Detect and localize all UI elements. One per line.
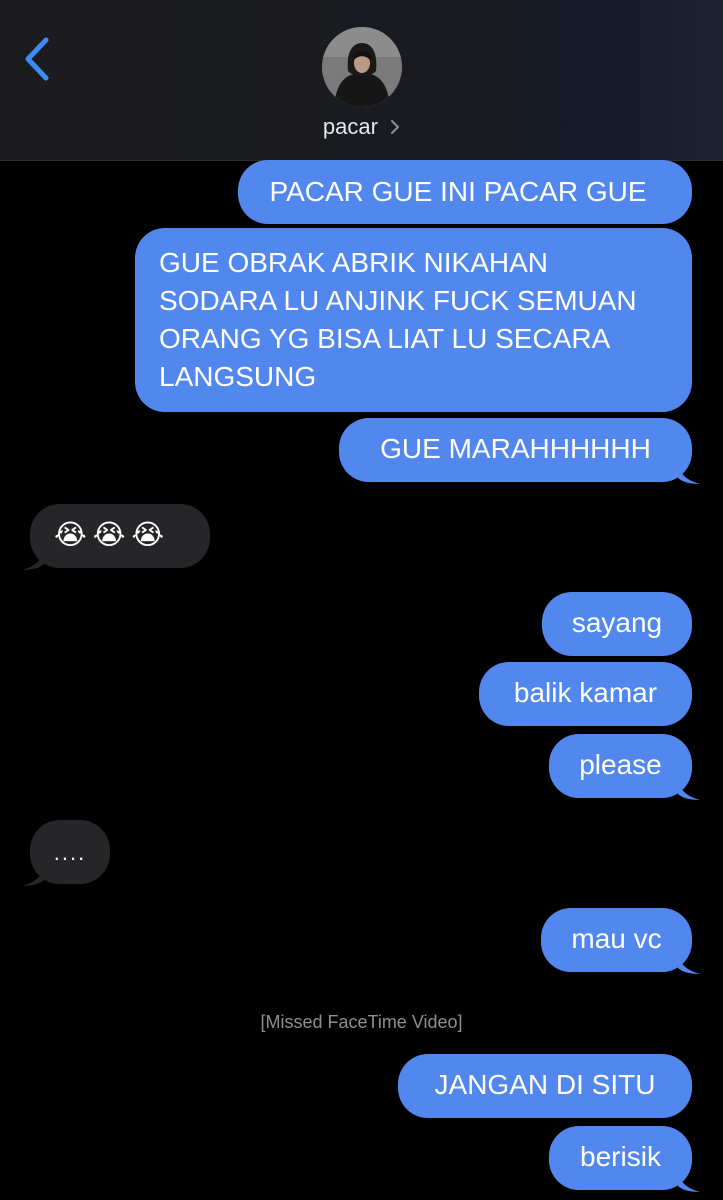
message-text: JANGAN DI SITU	[434, 1069, 656, 1100]
contact-avatar[interactable]	[322, 27, 402, 107]
message-bubble-outgoing[interactable]: please	[549, 734, 700, 800]
message-text: please	[579, 749, 662, 780]
bubble-tail	[678, 464, 700, 484]
message-text: GUE MARAHHHHHH	[380, 433, 651, 464]
message-text: berisik	[580, 1141, 661, 1172]
missed-facetime-notice: [Missed FaceTime Video]	[260, 1012, 463, 1032]
message-bubble-outgoing[interactable]: sayang	[542, 592, 692, 656]
message-text: mau vc	[571, 923, 662, 954]
emoji-text: 😭😭😭	[54, 519, 171, 550]
bubble-tail	[678, 1172, 700, 1192]
bubble-tail	[678, 780, 700, 800]
message-text: PACAR GUE INI PACAR GUE	[269, 176, 647, 207]
chevron-left-icon	[25, 37, 49, 81]
message-text: GUE OBRAK ABRIK NIKAHAN SODARA LU ANJINK…	[159, 247, 637, 392]
bubble-tail	[22, 866, 44, 886]
back-button[interactable]	[18, 34, 62, 84]
message-text: ....	[53, 840, 87, 865]
conversation-header: pacar	[0, 0, 723, 161]
message-text: balik kamar	[513, 677, 658, 708]
message-bubble-incoming[interactable]: 😭😭😭	[22, 504, 210, 570]
message-bubble-outgoing[interactable]: JANGAN DI SITU	[398, 1054, 692, 1118]
message-bubble-outgoing[interactable]: balik kamar	[479, 662, 692, 726]
message-bubble-outgoing[interactable]: berisik	[549, 1126, 700, 1192]
message-bubble-outgoing[interactable]: PACAR GUE INI PACAR GUE	[238, 160, 692, 224]
message-bubble-incoming[interactable]: ....	[22, 820, 110, 886]
bubble-tail	[22, 550, 44, 570]
contact-name-button[interactable]: pacar	[0, 114, 723, 140]
chevron-right-icon	[391, 119, 400, 134]
message-bubble-outgoing[interactable]: GUE OBRAK ABRIK NIKAHAN SODARA LU ANJINK…	[135, 228, 692, 412]
message-bubble-outgoing[interactable]: GUE MARAHHHHHH	[339, 418, 700, 484]
message-text: sayang	[571, 607, 663, 638]
contact-name: pacar	[322, 114, 378, 139]
message-bubble-outgoing[interactable]: mau vc	[541, 908, 700, 974]
bubble-tail	[678, 954, 700, 974]
